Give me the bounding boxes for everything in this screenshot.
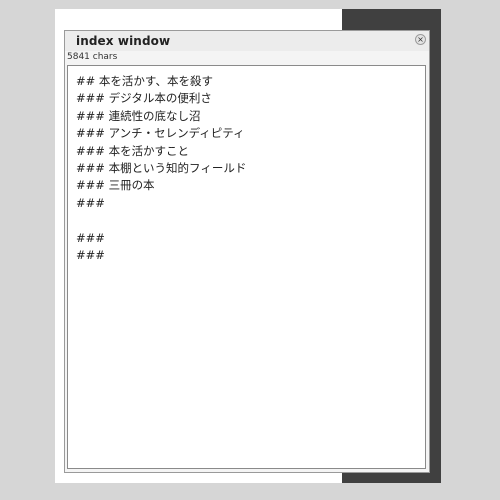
char-count: 5841 chars	[67, 52, 118, 62]
heading-line[interactable]: ### 本を活かすこと	[76, 143, 246, 160]
title-bar[interactable]: index window ×	[65, 31, 429, 51]
heading-line[interactable]: ### アンチ・セレンディピティ	[76, 125, 246, 142]
heading-line[interactable]: ## 本を活かす、本を殺す	[76, 73, 246, 90]
outline-text-area[interactable]: ## 本を活かす、本を殺す ### デジタル本の便利さ ### 連続性の底なし沼 ##…	[67, 65, 426, 469]
close-button[interactable]: ×	[415, 34, 426, 45]
heading-line[interactable]	[76, 212, 246, 229]
heading-line[interactable]: ### 三冊の本	[76, 177, 246, 194]
heading-line[interactable]: ### 本棚という知的フィールド	[76, 160, 246, 177]
heading-line[interactable]: ### デジタル本の便利さ	[76, 90, 246, 107]
heading-list: ## 本を活かす、本を殺す ### デジタル本の便利さ ### 連続性の底なし沼 ##…	[76, 73, 246, 264]
heading-line[interactable]: ###	[76, 195, 246, 212]
heading-line[interactable]: ###	[76, 247, 246, 264]
close-icon: ×	[417, 34, 424, 44]
heading-line[interactable]: ### 連続性の底なし沼	[76, 108, 246, 125]
index-window: index window × 5841 chars ## 本を活かす、本を殺す #…	[64, 30, 430, 473]
heading-line[interactable]: ###	[76, 230, 246, 247]
window-title: index window	[76, 34, 171, 48]
